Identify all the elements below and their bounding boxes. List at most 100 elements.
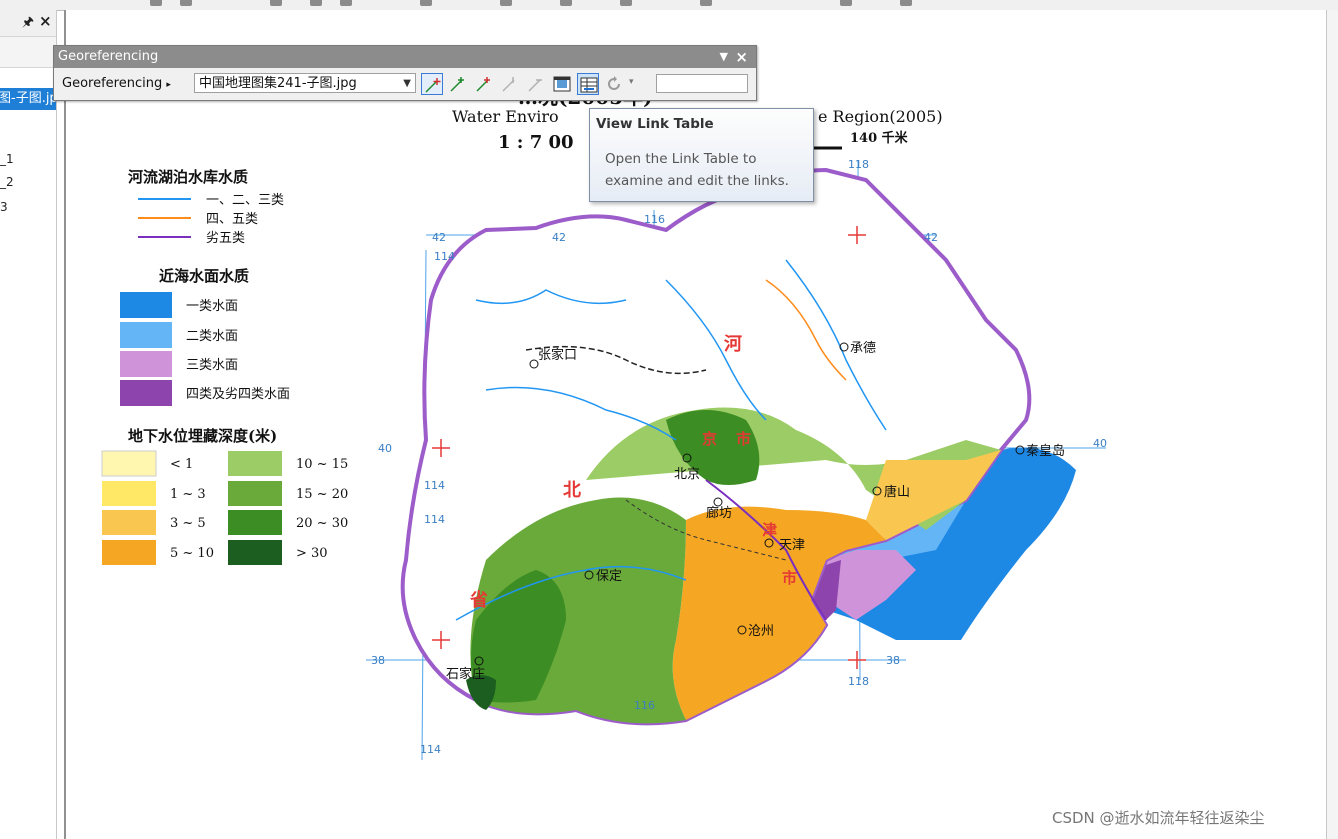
dropdown-arrow-icon[interactable]: ▼ bbox=[720, 46, 728, 68]
legend-swatch bbox=[120, 322, 172, 348]
scale-bar-label: 140 千米 bbox=[850, 130, 909, 146]
toolbar-title-bar[interactable]: Georeferencing ▼ × bbox=[54, 46, 756, 68]
place-label: 保定 bbox=[596, 569, 622, 584]
grid-label: 116 bbox=[644, 213, 665, 226]
map-scale-text: 1 : 7 00 bbox=[498, 132, 574, 153]
pin-icon[interactable]: 🖈 bbox=[22, 13, 34, 35]
toolbar-tool-icon[interactable] bbox=[150, 0, 162, 6]
close-icon[interactable]: × bbox=[39, 12, 52, 30]
rotate-button[interactable] bbox=[603, 73, 625, 95]
toolbar-tool-icon[interactable] bbox=[500, 0, 512, 6]
region-label: 市 bbox=[782, 569, 797, 587]
auto-adjust-icon bbox=[502, 77, 515, 92]
legend-sea-label: 四类及劣四类水面 bbox=[186, 387, 290, 402]
grid-label: 42 bbox=[432, 231, 446, 244]
place-label: 承德 bbox=[850, 341, 876, 356]
legend-ground-label: < 1 bbox=[170, 457, 193, 472]
map-title-en-left: Water Enviro bbox=[452, 107, 559, 126]
add-control-points-icon bbox=[425, 78, 441, 93]
layer-select-value: 中国地理图集241-子图.jpg bbox=[199, 76, 357, 91]
toolbar-tool-icon[interactable] bbox=[310, 0, 322, 6]
watermark: CSDN @逝水如流年轻往返染尘 bbox=[1052, 809, 1265, 827]
region-label: 京 bbox=[702, 430, 717, 448]
grid-label: 38 bbox=[886, 654, 900, 667]
place-label: 张家口 bbox=[538, 347, 577, 363]
chevron-down-icon[interactable]: ▾ bbox=[629, 77, 634, 87]
legend-sea-label: 二类水面 bbox=[186, 329, 238, 344]
add-control-points-button[interactable] bbox=[421, 73, 443, 95]
legend-ground-label: 10 ~ 15 bbox=[296, 457, 348, 472]
place-label: 沧州 bbox=[748, 623, 774, 639]
auto-adjust-button[interactable] bbox=[499, 73, 521, 95]
panel-toolbar bbox=[0, 37, 56, 68]
table-of-contents-panel: 🖈 × bbox=[0, 10, 57, 839]
place-label: 廊坊 bbox=[706, 505, 732, 521]
legend-river-label: 一、二、三类 bbox=[206, 193, 284, 208]
grid-label: 118 bbox=[848, 158, 869, 171]
legend-river-label: 四、五类 bbox=[206, 212, 258, 227]
rms-error-field[interactable] bbox=[656, 74, 748, 93]
layer-item[interactable]: _1 bbox=[0, 152, 14, 166]
vertical-scrollbar[interactable] bbox=[1326, 10, 1338, 839]
grid-label: 114 bbox=[424, 513, 445, 526]
select-link-icon bbox=[528, 79, 542, 92]
panel-header: 🖈 × bbox=[0, 10, 56, 37]
grid-label: 114 bbox=[424, 479, 445, 492]
legend-sea-label: 三类水面 bbox=[186, 358, 238, 373]
layer-item-selected[interactable]: 图-子图.jp bbox=[0, 88, 56, 110]
map-legend: 河流湖泊水库水质 一、二、三类 四、五类 劣五类 近海水面水质 一类水面 二类水… bbox=[101, 168, 348, 565]
input-x-y-button[interactable] bbox=[447, 73, 469, 95]
toolbar-tool-icon[interactable] bbox=[420, 0, 432, 6]
grid-label: 40 bbox=[1093, 437, 1107, 450]
georeferencing-toolbar[interactable]: Georeferencing ▼ × Georeferencing ▸ 中国地理… bbox=[53, 45, 757, 101]
view-layer-button[interactable] bbox=[551, 73, 573, 95]
legend-ground-label: 20 ~ 30 bbox=[296, 516, 348, 531]
legend-ground-label: 1 ~ 3 bbox=[170, 487, 206, 502]
select-link-button[interactable] bbox=[525, 73, 547, 95]
toolbar-tool-icon[interactable] bbox=[840, 0, 852, 6]
legend-swatch bbox=[228, 540, 282, 565]
place-label: 唐山 bbox=[884, 484, 910, 500]
georeferencing-menu[interactable]: Georeferencing ▸ bbox=[58, 73, 175, 95]
toolbar-tool-icon[interactable] bbox=[270, 0, 282, 6]
close-icon[interactable]: × bbox=[735, 46, 748, 68]
place-label: 北京 bbox=[674, 467, 700, 482]
layer-select[interactable]: 中国地理图集241-子图.jpg ▼ bbox=[194, 73, 416, 93]
legend-sea-label: 一类水面 bbox=[186, 299, 238, 314]
legend-swatch bbox=[120, 292, 172, 318]
input-xy-icon bbox=[450, 77, 464, 92]
rotate-icon bbox=[608, 76, 620, 90]
grid-label: 114 bbox=[434, 250, 455, 263]
legend-ground-label: 5 ~ 10 bbox=[170, 546, 214, 561]
legend-swatch bbox=[120, 351, 172, 377]
place-label: 天津 bbox=[779, 538, 805, 553]
toolbar-title: Georeferencing bbox=[58, 49, 159, 64]
map-title-en-right: e Region(2005) bbox=[818, 107, 943, 126]
toolbar-tool-icon[interactable] bbox=[180, 0, 192, 6]
toolbar-tool-icon[interactable] bbox=[900, 0, 912, 6]
toolbar-tool-icon[interactable] bbox=[560, 0, 572, 6]
dropdown-arrow-icon: ▸ bbox=[166, 80, 171, 90]
legend-ground-label: > 30 bbox=[296, 546, 328, 561]
layer-item[interactable]: 3 bbox=[0, 200, 8, 214]
chevron-down-icon[interactable]: ▼ bbox=[403, 74, 411, 94]
view-link-table-button[interactable] bbox=[577, 73, 599, 95]
toolbar-tool-icon[interactable] bbox=[700, 0, 712, 6]
legend-swatch bbox=[120, 380, 172, 406]
toolbar-tool-icon[interactable] bbox=[620, 0, 632, 6]
region-label: 津 bbox=[762, 521, 777, 539]
legend-river-label: 劣五类 bbox=[206, 231, 245, 246]
grid-label: 114 bbox=[420, 743, 441, 756]
legend-ground-label: 15 ~ 20 bbox=[296, 487, 348, 502]
toolbar-tool-icon[interactable] bbox=[340, 0, 352, 6]
layer-item[interactable]: _2 bbox=[0, 175, 14, 189]
legend-swatch bbox=[102, 540, 156, 565]
georeferencing-menu-label: Georeferencing bbox=[62, 76, 163, 91]
inverse-input-button[interactable] bbox=[473, 73, 495, 95]
place-label: 秦皇岛 bbox=[1026, 443, 1065, 459]
legend-ground-title: 地下水位埋藏深度(米) bbox=[128, 427, 277, 445]
legend-sea-title: 近海水面水质 bbox=[159, 267, 249, 285]
legend-swatch bbox=[102, 510, 156, 535]
grid-label: 116 bbox=[634, 699, 655, 712]
grid-label: 42 bbox=[924, 231, 938, 244]
